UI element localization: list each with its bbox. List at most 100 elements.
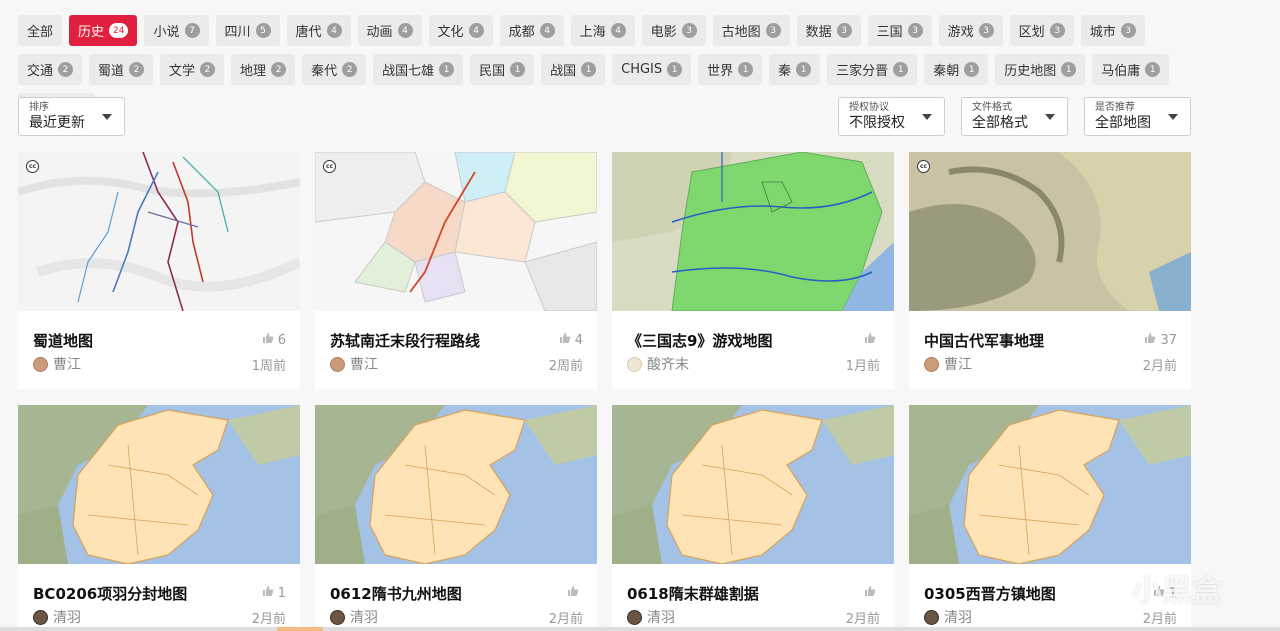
- license-select[interactable]: 授权协议 不限授权: [838, 97, 945, 136]
- tag-27[interactable]: 三家分晋 1: [827, 54, 918, 85]
- tag-7[interactable]: 成都 4: [499, 15, 564, 46]
- map-title[interactable]: 《三国志9》游戏地图: [627, 330, 772, 351]
- map-title[interactable]: 中国古代军事地理: [924, 330, 1044, 351]
- thumbs-up-icon: [262, 585, 274, 601]
- tag-29[interactable]: 历史地图 1: [995, 54, 1086, 85]
- tag-count-badge: 3: [836, 23, 852, 38]
- tag-count-badge: 1: [1145, 62, 1161, 77]
- like-count[interactable]: [864, 332, 880, 348]
- tag-count-badge: 3: [1049, 23, 1065, 38]
- tag-count-badge: 2: [129, 62, 145, 77]
- tag-13[interactable]: 游戏 3: [938, 15, 1003, 46]
- tag-10[interactable]: 古地图 3: [712, 15, 790, 46]
- like-count[interactable]: 1: [262, 585, 286, 601]
- tag-5[interactable]: 动画 4: [357, 15, 422, 46]
- recommend-label: 是否推荐: [1095, 102, 1135, 113]
- tag-3[interactable]: 四川 5: [215, 15, 280, 46]
- tag-label: 历史地图: [1004, 64, 1057, 79]
- tag-12[interactable]: 三国 3: [867, 15, 932, 46]
- author[interactable]: 曹江: [33, 354, 81, 374]
- map-card[interactable]: 0612隋书九州地图 清羽 2月前: [315, 405, 597, 631]
- format-select[interactable]: 文件格式 全部格式: [961, 97, 1068, 136]
- tag-20[interactable]: 秦代 2: [302, 54, 367, 85]
- map-title[interactable]: 0305西晋方镇地图: [924, 583, 1056, 604]
- tag-21[interactable]: 战国七雄 1: [373, 54, 464, 85]
- tag-count-badge: 2: [342, 62, 358, 77]
- tag-label: 三家分晋: [836, 64, 889, 79]
- author[interactable]: 曹江: [924, 354, 972, 374]
- author-name: 曹江: [53, 357, 81, 373]
- tag-label: 秦代: [311, 64, 338, 79]
- tag-label: 蜀道: [98, 64, 125, 79]
- avatar: [330, 609, 345, 625]
- map-thumbnail[interactable]: cc: [18, 152, 300, 311]
- tag-18[interactable]: 文学 2: [160, 54, 225, 85]
- map-title[interactable]: 苏轼南迁末段行程路线: [330, 330, 480, 351]
- tag-count-badge: 1: [796, 62, 812, 77]
- like-count[interactable]: 4: [559, 332, 583, 348]
- author[interactable]: 清羽: [627, 607, 675, 627]
- author-name: 曹江: [350, 357, 378, 373]
- like-count[interactable]: 6: [262, 332, 286, 348]
- map-thumbnail[interactable]: [612, 405, 894, 564]
- author-name: 酸齐末: [647, 357, 689, 373]
- scrollbar-thumb[interactable]: [277, 627, 323, 631]
- like-count[interactable]: [567, 585, 583, 601]
- map-card[interactable]: cc 中国古代军事地理 37 曹江 2月前: [909, 152, 1191, 389]
- tag-9[interactable]: 电影 3: [641, 15, 706, 46]
- map-title[interactable]: 0618隋末群雄割据: [627, 583, 759, 604]
- tag-26[interactable]: 秦1: [769, 54, 821, 85]
- map-thumbnail[interactable]: [612, 152, 894, 311]
- horizontal-scrollbar[interactable]: [0, 627, 1280, 631]
- tag-28[interactable]: 秦朝 1: [924, 54, 989, 85]
- map-title[interactable]: 0612隋书九州地图: [330, 583, 462, 604]
- tag-count-badge: 4: [539, 23, 555, 38]
- tag-count-badge: 1: [510, 62, 526, 77]
- like-count[interactable]: 37: [1144, 332, 1177, 348]
- like-number: 4: [574, 332, 583, 348]
- tag-2[interactable]: 小说 7: [144, 15, 209, 46]
- author[interactable]: 曹江: [330, 354, 378, 374]
- author[interactable]: 清羽: [924, 607, 972, 627]
- tag-25[interactable]: 世界 1: [698, 54, 763, 85]
- map-card[interactable]: BC0206项羽分封地图 1 清羽 2月前: [18, 405, 300, 631]
- author[interactable]: 清羽: [33, 607, 81, 627]
- tag-15[interactable]: 城市 3: [1080, 15, 1145, 46]
- tag-17[interactable]: 蜀道 2: [89, 54, 154, 85]
- avatar: [330, 356, 345, 372]
- tag-22[interactable]: 民国 1: [470, 54, 535, 85]
- map-thumbnail[interactable]: cc: [315, 152, 597, 311]
- tag-8[interactable]: 上海 4: [570, 15, 635, 46]
- tag-count-badge: 5: [255, 23, 271, 38]
- map-card[interactable]: 《三国志9》游戏地图 酸齐末 1月前: [612, 152, 894, 389]
- tag-4[interactable]: 唐代 4: [286, 15, 351, 46]
- author[interactable]: 酸齐末: [627, 354, 689, 374]
- recommend-select[interactable]: 是否推荐 全部地图: [1084, 97, 1191, 136]
- tag-19[interactable]: 地理 2: [231, 54, 296, 85]
- map-thumbnail[interactable]: [18, 405, 300, 564]
- author[interactable]: 清羽: [330, 607, 378, 627]
- map-title[interactable]: 蜀道地图: [33, 330, 93, 351]
- tag-23[interactable]: 战国 1: [541, 54, 606, 85]
- tag-30[interactable]: 马伯庸 1: [1092, 54, 1170, 85]
- update-time: 1月前: [845, 359, 880, 374]
- map-card[interactable]: 0618隋末群雄割据 清羽 2月前: [612, 405, 894, 631]
- tag-6[interactable]: 文化 4: [428, 15, 493, 46]
- map-thumbnail[interactable]: [909, 405, 1191, 564]
- like-count[interactable]: [864, 585, 880, 601]
- tag-24[interactable]: CHGIS 1: [612, 54, 692, 85]
- map-thumbnail[interactable]: [315, 405, 597, 564]
- tag-count-badge: 1: [1061, 62, 1077, 77]
- sort-select[interactable]: 排序 最近更新: [18, 97, 125, 136]
- tag-14[interactable]: 区划 3: [1009, 15, 1074, 46]
- tag-0[interactable]: 全部: [18, 15, 63, 46]
- map-thumbnail[interactable]: cc: [909, 152, 1191, 311]
- tag-16[interactable]: 交通 2: [18, 54, 83, 85]
- update-time: 2月前: [548, 612, 583, 627]
- tag-1[interactable]: 历史 24: [69, 15, 138, 46]
- like-number: 1: [277, 585, 286, 601]
- tag-11[interactable]: 数据 3: [796, 15, 861, 46]
- map-card[interactable]: cc 蜀道地图 6 曹江 1周前: [18, 152, 300, 389]
- map-title[interactable]: BC0206项羽分封地图: [33, 583, 187, 604]
- map-card[interactable]: cc 苏轼南迁末段行程路线 4 曹江 2周前: [315, 152, 597, 389]
